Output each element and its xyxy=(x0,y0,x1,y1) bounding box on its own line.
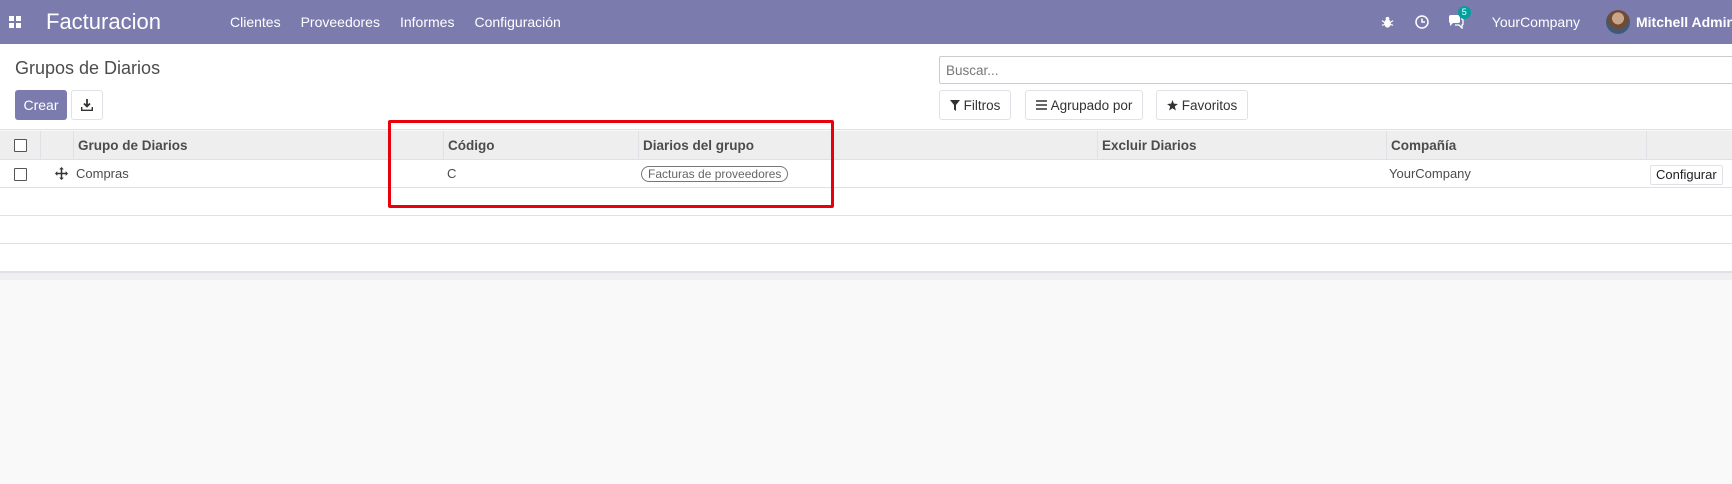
menu-item-clientes[interactable]: Clientes xyxy=(230,14,281,30)
export-button[interactable] xyxy=(71,90,103,120)
column-header-actions xyxy=(1646,131,1732,160)
download-icon xyxy=(81,99,93,111)
star-icon xyxy=(1166,99,1178,111)
select-all-checkbox[interactable] xyxy=(14,139,27,152)
bug-icon[interactable] xyxy=(1380,14,1396,30)
table-row[interactable]: Compras C Facturas de proveedores YourCo… xyxy=(0,160,1732,188)
favorites-label: Favoritos xyxy=(1181,97,1238,113)
chat-icon[interactable]: 5 xyxy=(1448,6,1471,30)
menu-item-proveedores[interactable]: Proveedores xyxy=(301,14,380,30)
user-menu[interactable]: Mitchell Admin (c xyxy=(1636,14,1732,30)
user-avatar[interactable] xyxy=(1606,10,1630,34)
table-header: Grupo de Diarios Código Diarios del grup… xyxy=(0,131,1732,160)
configure-button[interactable]: Configurar xyxy=(1650,165,1723,185)
column-header-exclude[interactable]: Excluir Diarios xyxy=(1097,131,1386,160)
table-footer xyxy=(0,272,1732,280)
favorites-button[interactable]: Favoritos xyxy=(1156,90,1248,120)
row-checkbox[interactable] xyxy=(14,168,27,181)
journal-groups-table: Grupo de Diarios Código Diarios del grup… xyxy=(0,131,1732,272)
chat-count-badge: 5 xyxy=(1457,6,1471,19)
page-title[interactable]: Grupos de Diarios xyxy=(15,58,160,79)
main-menu: Clientes Proveedores Informes Configurac… xyxy=(230,14,581,30)
highlight-box xyxy=(388,120,834,208)
filter-icon xyxy=(949,99,960,111)
empty-row xyxy=(0,244,1732,272)
clock-icon[interactable] xyxy=(1414,14,1430,30)
search-input[interactable]: Buscar... xyxy=(939,56,1732,84)
filters-button[interactable]: Filtros xyxy=(939,90,1011,120)
company-cell: YourCompany xyxy=(1389,166,1471,181)
drag-handle-icon[interactable] xyxy=(55,160,71,188)
create-button[interactable]: Crear xyxy=(15,90,67,120)
app-name[interactable]: Facturacion xyxy=(46,9,206,35)
company-switcher[interactable]: YourCompany xyxy=(1492,14,1580,30)
group-name-cell: Compras xyxy=(76,166,129,181)
filters-label: Filtros xyxy=(963,97,1001,113)
groupby-button[interactable]: Agrupado por xyxy=(1025,90,1143,120)
bars-icon xyxy=(1035,100,1047,110)
handle-column-header xyxy=(40,131,73,160)
empty-row xyxy=(0,216,1732,244)
control-panel: Grupos de Diarios Crear Buscar... Filtro… xyxy=(0,44,1732,130)
groupby-label: Agrupado por xyxy=(1050,97,1133,113)
top-navbar: Facturacion Clientes Proveedores Informe… xyxy=(0,0,1732,44)
menu-item-informes[interactable]: Informes xyxy=(400,14,454,30)
column-header-company[interactable]: Compañía xyxy=(1386,131,1646,160)
menu-item-configuracion[interactable]: Configuración xyxy=(474,14,560,30)
apps-menu-icon[interactable] xyxy=(0,0,30,44)
empty-row xyxy=(0,188,1732,216)
